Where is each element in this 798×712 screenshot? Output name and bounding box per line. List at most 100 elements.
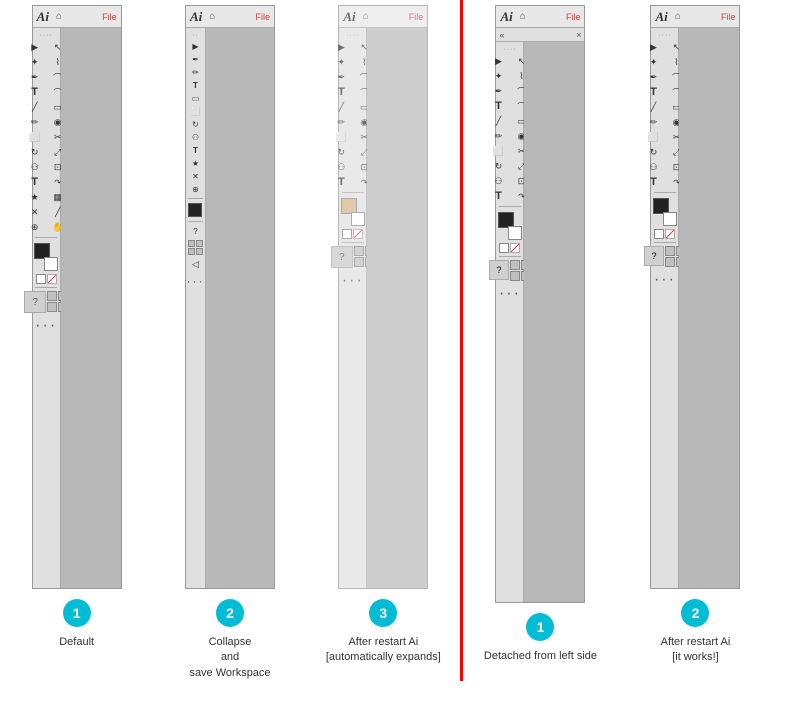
mb-2-2[interactable] [196,240,203,247]
pen-r2[interactable]: ✒ [642,70,664,84]
zoom-tool[interactable]: ⊕ [24,220,46,234]
collapse-icon-r1[interactable]: « [499,30,504,40]
none-r1b[interactable] [510,243,520,253]
rot-r2[interactable]: ↻ [642,145,664,159]
puppet-tool[interactable]: ⚇ [24,160,46,174]
mini-box-1[interactable] [47,291,57,301]
close-icon-r1[interactable]: × [576,30,581,40]
pen-tool-2[interactable]: ✒ [187,53,203,65]
puppet-tool-2[interactable]: ⚇ [187,131,203,143]
home-icon-2[interactable]: ⌂ [205,10,219,24]
eraser-tool[interactable]: ⬜ [24,130,46,144]
q-r2[interactable]: ? [644,246,664,266]
line-tool[interactable]: ╱ [24,100,46,114]
mini-box-3[interactable] [47,302,57,312]
rect-tool-2[interactable]: ▭ [187,92,203,104]
fill-swatch-2[interactable] [188,203,202,217]
pup-tool-3[interactable]: ⚇ [330,160,352,174]
q-box-3[interactable]: ? [331,246,353,268]
pup-r1[interactable]: ⚇ [487,174,509,188]
line-r2[interactable]: ╱ [642,100,664,114]
file-label-r1[interactable]: File [566,12,581,22]
t2-tool-3[interactable]: T [330,175,352,189]
mw-tool-3[interactable]: ✦ [330,55,352,69]
none-sw-3[interactable] [342,229,352,239]
file-label-r2[interactable]: File [721,12,736,22]
more-tools-button[interactable]: ··· [35,317,57,335]
symbol-tool-2[interactable]: ★ [187,157,203,169]
mbr1-1[interactable] [510,260,520,270]
pen-tool-3[interactable]: ✒ [330,70,352,84]
rot-tool-3[interactable]: ↻ [330,145,352,159]
type-tool-2[interactable]: T [187,79,203,91]
home-icon-1[interactable]: ⌂ [52,10,66,24]
er-r2[interactable]: ⬜ [642,130,664,144]
more-tools-3[interactable]: ··· [342,272,364,290]
mw-r2[interactable]: ✦ [642,55,664,69]
type-tool-3[interactable]: T [330,85,352,99]
sel-r1[interactable]: ▶ [487,54,509,68]
pen-tool[interactable]: ✒ [24,70,46,84]
none-swatch2[interactable] [47,274,57,284]
more-tools-2[interactable]: ··· [186,274,204,288]
stroke-r2[interactable] [663,212,677,226]
file-label-1[interactable]: File [102,12,117,22]
q-r1[interactable]: ? [489,260,509,280]
pup-r2[interactable]: ⚇ [642,160,664,174]
none-r2[interactable] [654,229,664,239]
none-r1[interactable] [499,243,509,253]
file-label-3[interactable]: File [409,12,424,22]
sel-tool-3[interactable]: ▶ [330,40,352,54]
paintbrush-tool[interactable]: ✏ [24,115,46,129]
sel-r2[interactable]: ▶ [642,40,664,54]
brush-r1[interactable]: ✏ [487,129,509,143]
home-icon-r1[interactable]: ⌂ [516,10,530,24]
symbol-tool[interactable]: ★ [24,190,46,204]
stroke-swatch[interactable] [44,257,58,271]
rotate-tool[interactable]: ↻ [24,145,46,159]
home-icon-r2[interactable]: ⌂ [671,10,685,24]
mb-2-1[interactable] [188,240,195,247]
mw-r1[interactable]: ✦ [487,69,509,83]
t2-r2[interactable]: T [642,175,664,189]
none-sw-3b[interactable] [353,229,363,239]
line-tool-3[interactable]: ╱ [330,100,352,114]
rotate-tool-2[interactable]: ↻ [187,118,203,130]
type-r1[interactable]: T [487,99,509,113]
more-r1[interactable]: ··· [499,285,521,303]
mbr2-3[interactable] [665,257,675,267]
line-r1[interactable]: ╱ [487,114,509,128]
er-r1[interactable]: ⬜ [487,144,509,158]
eraser-tool-2[interactable]: ⬜ [187,105,203,117]
brush-tool-2[interactable]: ✏ [187,66,203,78]
brush-tool-3[interactable]: ✏ [330,115,352,129]
type-r2[interactable]: T [642,85,664,99]
stroke-swatch-3[interactable] [351,212,365,226]
color-swatch-area[interactable] [34,243,58,271]
type3-tool-2[interactable]: T [187,144,203,156]
question-box[interactable]: ? [24,291,46,313]
home-icon-3[interactable]: ⌂ [359,10,373,24]
type-tool[interactable]: T [24,85,46,99]
magic-wand-tool[interactable]: ✦ [24,55,46,69]
select-tool[interactable]: ▶ [24,40,46,54]
question-2[interactable]: ? [187,225,203,237]
zoom-tool-2[interactable]: ⊕ [187,183,203,195]
select-tool-2[interactable]: ▶ [187,40,203,52]
mbr1-3[interactable] [510,271,520,281]
eye-tool-2[interactable]: ✕ [187,170,203,182]
mb-2-3[interactable] [188,248,195,255]
eyedropper-tool[interactable]: ✕ [24,205,46,219]
mbr2-1[interactable] [665,246,675,256]
mb3-1[interactable] [354,246,364,256]
mb3-3[interactable] [354,257,364,267]
pen-r1[interactable]: ✒ [487,84,509,98]
color-swatch-3[interactable] [341,198,365,226]
cs-r1[interactable] [498,212,522,240]
none-swatch[interactable] [36,274,46,284]
cs-r2[interactable] [653,198,677,226]
mb-2-4[interactable] [196,248,203,255]
file-label-2[interactable]: File [255,12,270,22]
expand-icon-2[interactable]: ◁ [187,258,203,270]
t2-r1[interactable]: T [487,189,509,203]
